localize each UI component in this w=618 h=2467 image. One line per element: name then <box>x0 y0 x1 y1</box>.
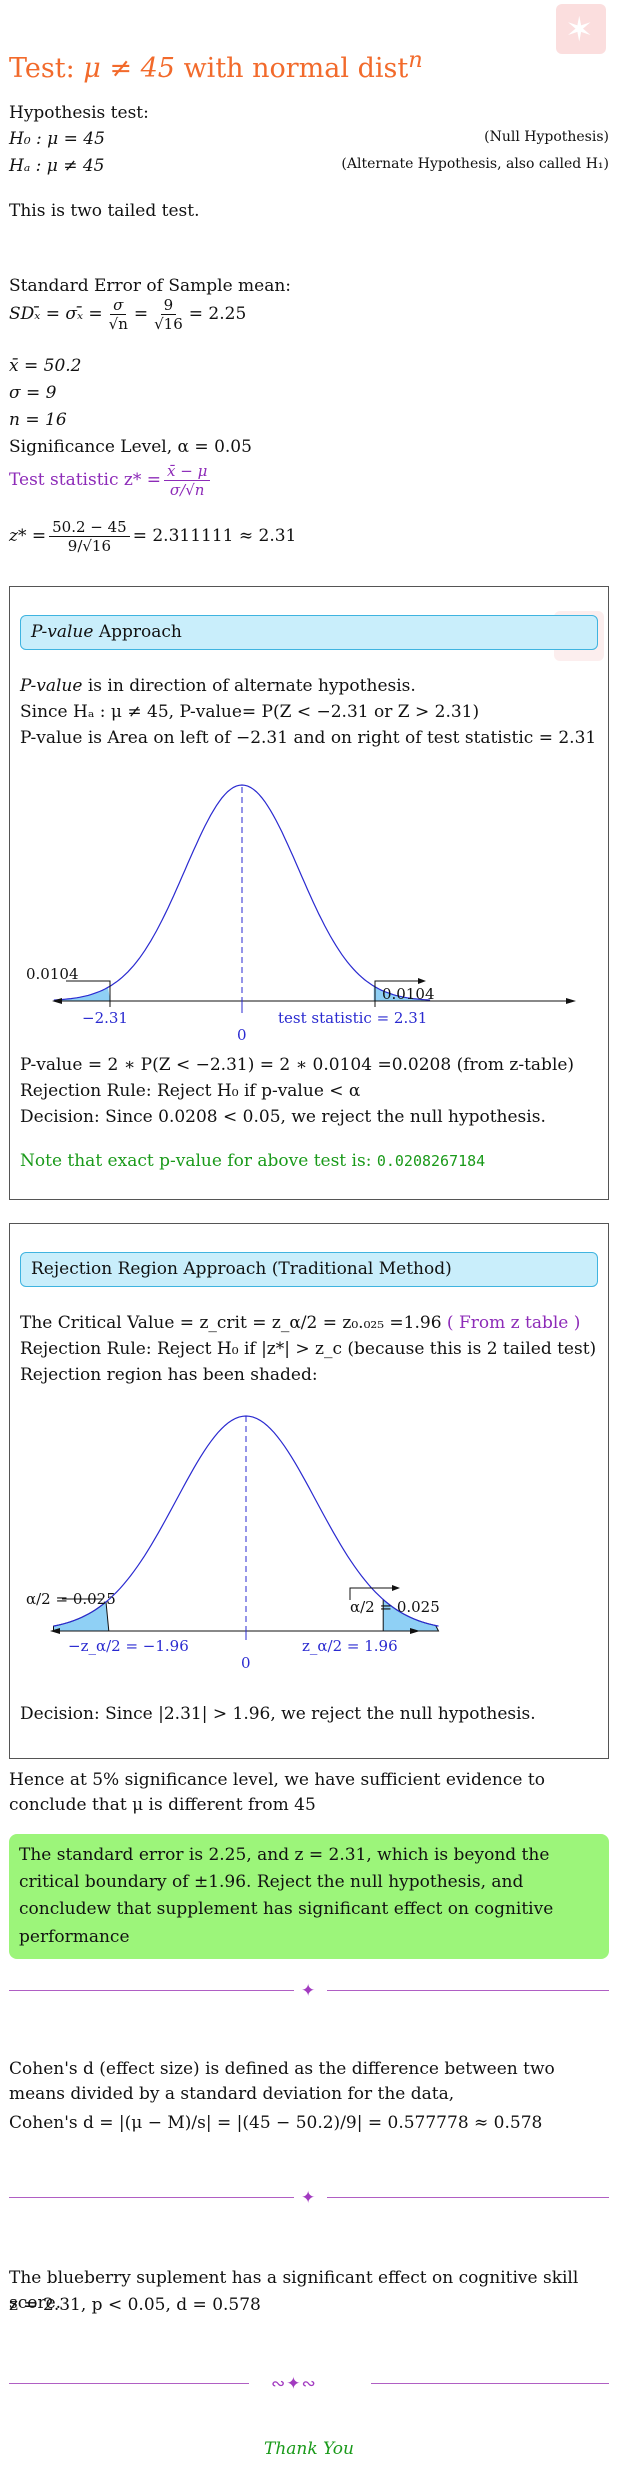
se-fraction-2: 9 √16 <box>151 296 186 333</box>
z-calc-lhs: z* = <box>9 526 47 547</box>
right-area-label: α/2 = 0.025 <box>350 1598 440 1616</box>
z-calc-num: 50.2 − 45 <box>49 518 130 537</box>
x-axis-arrow-left <box>52 998 62 1004</box>
pvalue-normal-curve-chart: 0.0104 0.0104 −2.31 test statistic = 2.3… <box>26 784 576 1044</box>
alt-hypothesis-note: (Alternate Hypothesis, also called H₁) <box>341 156 609 172</box>
test-statistic-formula: Test statistic z* = x̄ − μ σ/√n <box>9 462 213 499</box>
given-sigma: σ = 9 <box>9 383 57 403</box>
exact-pvalue-note-text: Note that exact p-value for above test i… <box>20 1151 377 1171</box>
test-stat-den: σ/√n <box>169 481 205 499</box>
page-title: Test: μ ≠ 45 with normal distn <box>9 44 423 88</box>
title-prefix: Test: <box>9 53 84 84</box>
z-calc-fraction: 50.2 − 45 9/√16 <box>49 518 130 555</box>
pvalue-line-1: P-value is in direction of alternate hyp… <box>20 674 416 699</box>
section-divider-3: ∾✦∾ <box>9 2374 609 2394</box>
test-stat-fraction: x̄ − μ σ/√n <box>164 462 211 499</box>
se-fraction-1: σ √n <box>106 296 131 333</box>
right-critical-label: z_α/2 = 1.96 <box>302 1637 398 1655</box>
summary-line-2: z = 2.31, p < 0.05, d = 0.578 <box>9 2295 261 2315</box>
z-calc-den: 9/√16 <box>67 537 112 555</box>
section-divider-1: ✦ <box>9 1981 609 2001</box>
fancy-ornament-icon: ∾✦∾ <box>271 2374 317 2394</box>
two-tailed-note: This is two tailed test. <box>9 201 200 221</box>
rr-critical-value: The Critical Value = z_crit = z_α/2 = z₀… <box>20 1313 442 1333</box>
cohen-calculation: Cohen's d = |(μ − M)/s| = |(45 − 50.2)/9… <box>9 2113 543 2133</box>
left-tick-label: −2.31 <box>82 1009 128 1027</box>
z-calculation: z* = 50.2 − 45 9/√16 = 2.311111 ≈ 2.31 <box>9 518 296 555</box>
se-f2-den: √16 <box>154 315 183 333</box>
rr-line-1: The Critical Value = z_crit = z_α/2 = z₀… <box>20 1311 580 1336</box>
left-area-label: 0.0104 <box>26 965 79 983</box>
pvalue-approach-box: P-value Approach P-value is in direction… <box>9 586 609 1200</box>
divider-ornament-icon: ✦ <box>301 2188 316 2208</box>
rr-line-3: Rejection region has been shaded: <box>20 1365 318 1385</box>
cohen-definition: Cohen's d (effect size) is defined as th… <box>9 2059 555 2104</box>
left-critical-label: −z_α/2 = −1.96 <box>68 1637 189 1655</box>
se-f1-den: √n <box>108 315 128 333</box>
null-hypothesis: H₀ : μ = 45 <box>9 129 105 149</box>
hypothesis-heading: Hypothesis test: <box>9 103 149 123</box>
left-area-label: α/2 = 0.025 <box>26 1590 116 1608</box>
thank-you-text: Thank You <box>263 2439 354 2459</box>
pvalue-line-1-rest: is in direction of alternate hypothesis. <box>82 676 416 696</box>
pvalue-result-1: P-value = 2 ∗ P(Z < −2.31) = 2 ∗ 0.0104 … <box>20 1055 575 1075</box>
highlighted-summary: The standard error is 2.25, and z = 2.31… <box>9 1834 609 1959</box>
alt-hypothesis-row: Hₐ : μ ≠ 45 (Alternate Hypothesis, also … <box>9 154 609 179</box>
rr-normal-curve-chart: α/2 = 0.025 α/2 = 0.025 −z_α/2 = −1.96 z… <box>26 1415 440 1668</box>
exact-pvalue-value: 0.0208267184 <box>376 1152 486 1170</box>
title-hypothesis: μ ≠ 45 <box>83 53 175 84</box>
rr-from-table: ( From z table ) <box>441 1313 581 1333</box>
pvalue-header-italic: P-value <box>31 622 94 642</box>
se-eq: = <box>133 304 149 325</box>
center-tick-label: 0 <box>241 1654 251 1668</box>
se-f1-num: σ <box>110 296 127 315</box>
section-divider-2: ✦ <box>9 2188 609 2208</box>
conclusion-text: Hence at 5% significance level, we have … <box>9 1770 545 1815</box>
z-calc-rhs: = 2.311111 ≈ 2.31 <box>132 526 297 547</box>
right-pointer-arrow <box>392 1585 400 1591</box>
se-heading: Standard Error of Sample mean: <box>9 276 292 296</box>
exact-pvalue-note: Note that exact p-value for above test i… <box>20 1149 485 1174</box>
test-stat-label: Test statistic z* = <box>9 470 162 491</box>
se-f2-num: 9 <box>160 296 177 315</box>
pvalue-line-1-italic: P-value <box>20 676 83 696</box>
pvalue-result-3: Decision: Since 0.0208 < 0.05, we reject… <box>20 1107 546 1127</box>
given-n: n = 16 <box>9 410 67 430</box>
right-area-label: 0.0104 <box>382 985 435 1003</box>
alt-hypothesis: Hₐ : μ ≠ 45 <box>9 156 105 176</box>
given-xbar: x̄ = 50.2 <box>9 356 82 376</box>
null-hypothesis-note: (Null Hypothesis) <box>484 129 609 145</box>
rr-decision: Decision: Since |2.31| > 1.96, we reject… <box>20 1704 536 1724</box>
title-sup: n <box>408 47 423 73</box>
rr-line-2: Rejection Rule: Reject H₀ if |z*| > z_c … <box>20 1339 597 1359</box>
pvalue-line-2: Since Hₐ : μ ≠ 45, P-value= P(Z < −2.31 … <box>20 702 480 722</box>
solution-page: Test: μ ≠ 45 with normal distn Hypothesi… <box>0 0 618 2467</box>
given-alpha: Significance Level, α = 0.05 <box>9 437 252 457</box>
right-pointer-arrow <box>418 978 426 984</box>
divider-ornament-icon: ✦ <box>301 1981 316 2001</box>
null-hypothesis-row: H₀ : μ = 45 (Null Hypothesis) <box>9 127 609 152</box>
pvalue-result-2: Rejection Rule: Reject H₀ if p-value < α <box>20 1081 361 1101</box>
pvalue-header-rest: Approach <box>93 622 182 642</box>
test-stat-num: x̄ − μ <box>164 462 211 481</box>
se-result: = 2.25 <box>188 304 247 325</box>
rr-header: Rejection Region Approach (Traditional M… <box>20 1252 598 1287</box>
se-lhs: SDₓ̄ = σₓ̄ = <box>9 304 103 325</box>
pvalue-header: P-value Approach <box>20 615 598 650</box>
title-suffix: with normal dist <box>174 53 409 84</box>
se-formula: SDₓ̄ = σₓ̄ = σ √n = 9 √16 = 2.25 <box>9 296 246 333</box>
x-axis-arrow-right <box>566 998 576 1004</box>
right-tick-label: test statistic = 2.31 <box>278 1009 427 1027</box>
center-tick-label: 0 <box>237 1026 247 1044</box>
rejection-region-box: Rejection Region Approach (Traditional M… <box>9 1223 609 1759</box>
watermark-logo <box>556 4 606 55</box>
pvalue-line-3: P-value is Area on left of −2.31 and on … <box>20 728 597 748</box>
